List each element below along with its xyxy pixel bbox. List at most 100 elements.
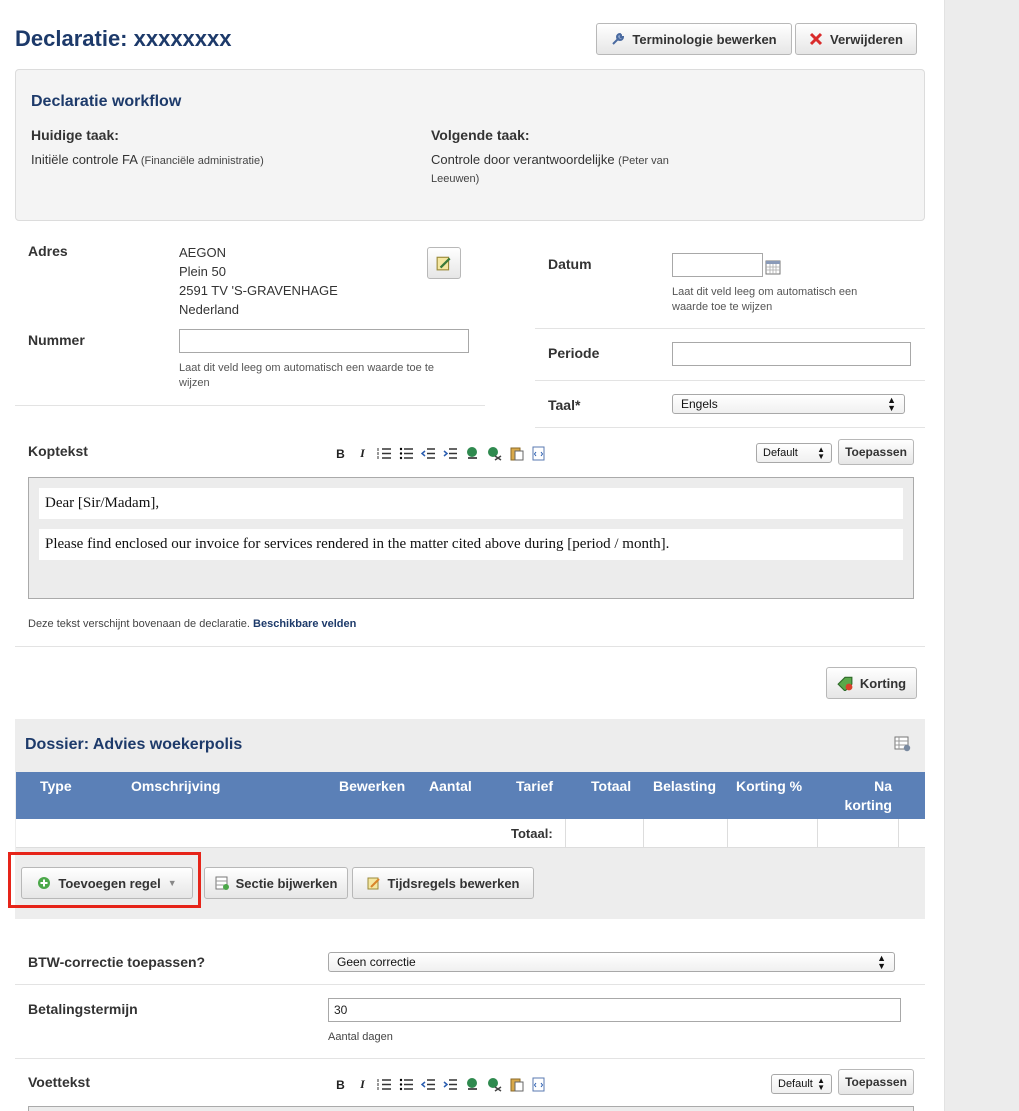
date-input[interactable] — [672, 253, 763, 277]
language-selected: Engels — [681, 397, 718, 411]
workflow-title: Declaratie workflow — [31, 93, 182, 110]
cell-divider — [727, 819, 728, 848]
divider — [15, 984, 925, 985]
payment-term-input[interactable] — [328, 998, 901, 1022]
number-hint-line-2: wijzen — [179, 377, 210, 389]
unlink-icon[interactable] — [487, 446, 502, 461]
wrench-icon — [612, 32, 625, 45]
edit-note-icon — [367, 877, 380, 890]
column-header: Omschrijving — [131, 778, 221, 794]
dossier-total-row: Totaal: — [16, 819, 925, 848]
column-header: Bewerken — [339, 778, 406, 794]
paste-icon[interactable] — [509, 1077, 524, 1092]
terminology-button-label: Terminologie bewerken — [632, 31, 777, 47]
address-block: AEGON Plein 50 2591 TV 'S-GRAVENHAGE Ned… — [179, 243, 338, 319]
delete-button[interactable]: Verwijderen — [795, 23, 917, 55]
select-arrows-icon: ▲ ▼ — [817, 445, 825, 461]
discount-icon — [837, 676, 853, 691]
number-hint: Laat dit veld leeg om automatisch een wa… — [179, 361, 434, 391]
cell-divider — [643, 819, 644, 848]
dossier-table-header: Type Omschrijving Bewerken Aantal Tarief… — [16, 772, 925, 819]
edit-time-lines-button[interactable]: Tijdsregels bewerken — [352, 867, 534, 899]
footer-apply-button[interactable]: Toepassen — [838, 1069, 914, 1095]
section-table-icon — [215, 876, 229, 890]
source-icon[interactable] — [531, 1077, 546, 1092]
header-text-note-text: Deze tekst verschijnt bovenaan de declar… — [28, 618, 250, 630]
cell-divider — [898, 819, 899, 848]
editor-paragraph[interactable]: Dear [Sir/Madam], — [39, 488, 903, 519]
footer-editor-toolbar: B I — [333, 1077, 546, 1092]
vat-selected: Geen correctie — [337, 955, 416, 969]
next-task-name: Controle door verantwoordelijke — [431, 152, 615, 167]
header-text-editor[interactable]: Dear [Sir/Madam], Please find enclosed o… — [28, 477, 914, 599]
column-header: Na korting — [840, 777, 892, 815]
address-line: Nederland — [179, 302, 239, 317]
bold-icon[interactable]: B — [333, 447, 348, 461]
page: Declaratie: xxxxxxxx Terminologie bewerk… — [0, 0, 945, 1111]
update-section-button[interactable]: Sectie bijwerken — [204, 867, 348, 899]
edit-address-button[interactable] — [427, 247, 461, 279]
edit-note-icon — [436, 256, 451, 271]
date-hint: Laat dit veld leeg om automatisch een wa… — [672, 285, 857, 315]
link-icon[interactable] — [465, 1077, 480, 1092]
source-icon[interactable] — [531, 446, 546, 461]
ordered-list-icon[interactable] — [377, 446, 392, 461]
payment-term-label: Betalingstermijn — [28, 1001, 138, 1017]
ordered-list-icon[interactable] — [377, 1077, 392, 1092]
next-task-value: Controle door verantwoordelijke (Peter v… — [431, 152, 669, 167]
footer-style-select[interactable]: Default ▲ ▼ — [771, 1074, 832, 1094]
column-header: Tarief — [516, 778, 554, 794]
period-label: Periode — [548, 345, 600, 361]
footer-text-editor[interactable] — [28, 1106, 914, 1111]
column-header: Korting % — [736, 778, 803, 794]
date-hint-line-1: Laat dit veld leeg om automatisch een — [672, 286, 858, 298]
paste-icon[interactable] — [509, 446, 524, 461]
address-label: Adres — [28, 243, 68, 259]
editor-paragraph[interactable]: Please find enclosed our invoice for ser… — [39, 529, 903, 560]
outdent-icon[interactable] — [421, 1077, 436, 1092]
column-header-line: Na — [874, 778, 892, 794]
select-arrows-icon: ▲ ▼ — [877, 953, 886, 971]
available-fields-link[interactable]: Beschikbare velden — [253, 618, 356, 630]
italic-icon[interactable]: I — [355, 1077, 370, 1092]
footer-text-label: Voettekst — [28, 1074, 90, 1090]
unordered-list-icon[interactable] — [399, 446, 414, 461]
vat-select[interactable]: Geen correctie ▲ ▼ — [328, 952, 895, 972]
header-text-note: Deze tekst verschijnt bovenaan de declar… — [28, 618, 356, 630]
delete-button-label: Verwijderen — [830, 31, 903, 47]
next-task-label: Volgende taak: — [431, 127, 530, 143]
payment-term-hint: Aantal dagen — [328, 1031, 393, 1043]
select-arrows-icon: ▲ ▼ — [817, 1076, 825, 1092]
bold-icon[interactable]: B — [333, 1078, 348, 1092]
number-input[interactable] — [179, 329, 469, 353]
date-label: Datum — [548, 256, 592, 272]
indent-icon[interactable] — [443, 1077, 458, 1092]
unordered-list-icon[interactable] — [399, 1077, 414, 1092]
cell-divider — [565, 819, 566, 848]
discount-button-label: Korting — [859, 675, 907, 691]
settings-table-icon[interactable] — [894, 736, 911, 752]
date-hint-line-2: waarde toe te wijzen — [672, 301, 773, 313]
header-apply-button[interactable]: Toepassen — [838, 439, 914, 465]
edit-time-lines-label: Tijdsregels bewerken — [387, 875, 520, 891]
link-icon[interactable] — [465, 446, 480, 461]
address-line: Plein 50 — [179, 264, 226, 279]
period-input[interactable] — [672, 342, 911, 366]
select-arrows-icon: ▲ ▼ — [887, 395, 896, 413]
calendar-icon[interactable] — [765, 259, 781, 275]
unlink-icon[interactable] — [487, 1077, 502, 1092]
column-header-line: korting — [844, 797, 892, 813]
footer-style-selected: Default — [778, 1078, 813, 1090]
language-select[interactable]: Engels ▲ ▼ — [672, 394, 905, 414]
column-header: Type — [40, 778, 72, 794]
divider — [535, 427, 925, 428]
discount-button[interactable]: Korting — [826, 667, 917, 699]
italic-icon[interactable]: I — [355, 446, 370, 461]
outdent-icon[interactable] — [421, 446, 436, 461]
header-style-select[interactable]: Default ▲ ▼ — [756, 443, 832, 463]
indent-icon[interactable] — [443, 446, 458, 461]
workflow-panel: Declaratie workflow Huidige taak: Initië… — [15, 69, 925, 221]
column-header: Aantal — [429, 778, 472, 794]
terminology-button[interactable]: Terminologie bewerken — [596, 23, 792, 55]
address-line: AEGON — [179, 245, 226, 260]
